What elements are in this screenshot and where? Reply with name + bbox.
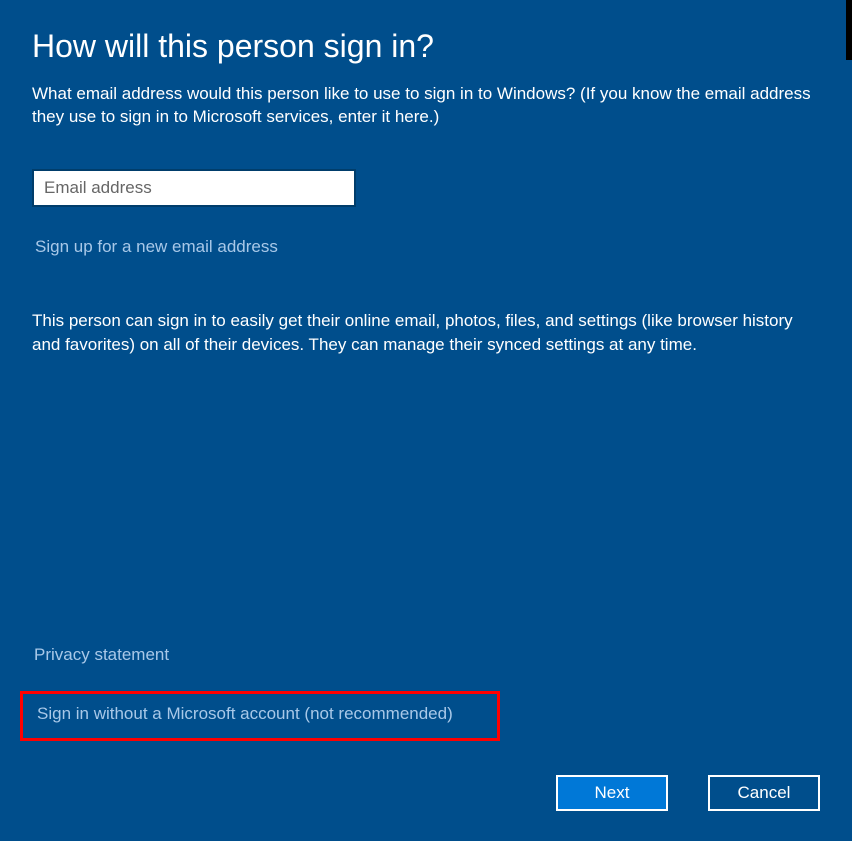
scrollbar-indicator — [846, 0, 852, 60]
button-row: Next Cancel — [556, 775, 820, 811]
next-button[interactable]: Next — [556, 775, 668, 811]
cancel-button[interactable]: Cancel — [708, 775, 820, 811]
signin-without-account-link[interactable]: Sign in without a Microsoft account (not… — [37, 704, 453, 724]
dialog-description: What email address would this person lik… — [32, 83, 820, 129]
bottom-links: Privacy statement Sign in without a Micr… — [32, 645, 512, 741]
dialog-content: How will this person sign in? What email… — [0, 0, 852, 356]
highlight-annotation: Sign in without a Microsoft account (not… — [20, 691, 500, 741]
dialog-title: How will this person sign in? — [32, 28, 820, 65]
info-text: This person can sign in to easily get th… — [32, 309, 820, 357]
privacy-statement-link[interactable]: Privacy statement — [34, 645, 512, 665]
email-input[interactable] — [32, 169, 356, 207]
signup-link[interactable]: Sign up for a new email address — [35, 237, 278, 257]
